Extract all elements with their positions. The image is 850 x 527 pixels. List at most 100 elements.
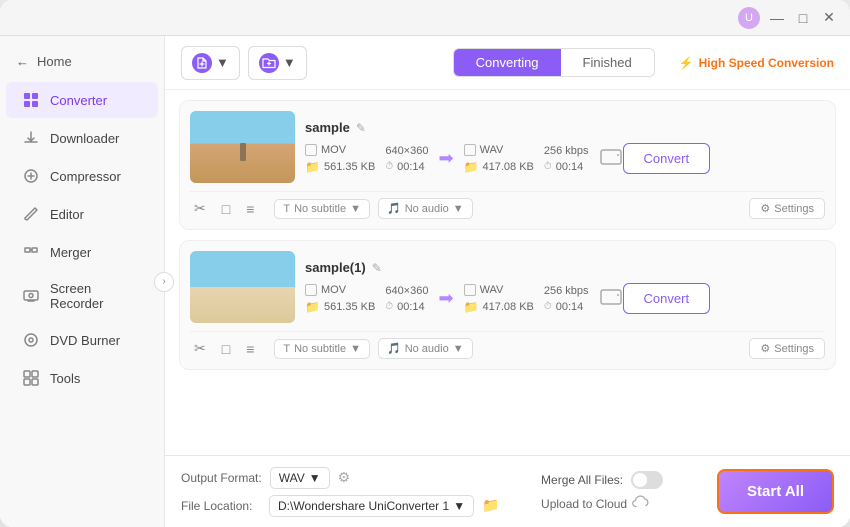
settings-button-2[interactable]: ⚙ Settings <box>749 338 825 359</box>
subtitle-chevron-2: ▼ <box>350 343 361 355</box>
sidebar-item-editor[interactable]: Editor <box>6 196 158 232</box>
subtitle-select-1[interactable]: T No subtitle ▼ <box>274 199 370 219</box>
audio-select-1[interactable]: 🎵 No audio ▼ <box>378 198 473 219</box>
lightning-icon: ⚡ <box>679 56 694 70</box>
settings-gear-icon[interactable]: ⚙ <box>338 469 351 486</box>
compressor-icon <box>22 167 40 185</box>
folder-open-icon[interactable]: 📁 <box>482 497 499 514</box>
merge-toggle[interactable] <box>631 471 663 489</box>
checkbox-out-2 <box>464 284 476 296</box>
device-icon-1 <box>599 145 623 172</box>
location-chevron: ▼ <box>453 499 465 513</box>
main-layout: ← Home Converter <box>0 36 850 527</box>
scissors-icon-2[interactable]: ✂ <box>190 338 210 359</box>
edit-icon-2[interactable]: ✎ <box>372 261 382 275</box>
checkbox-out-1 <box>464 144 476 156</box>
crop-icon-1[interactable]: □ <box>218 199 234 219</box>
output-format-row: Output Format: WAV ▼ ⚙ <box>181 467 525 489</box>
sidebar-item-label-dvd-burner: DVD Burner <box>50 333 120 348</box>
crop-icon-2[interactable]: □ <box>218 339 234 359</box>
subtitle-select-2[interactable]: T No subtitle ▼ <box>274 339 370 359</box>
sidebar-item-screen-recorder[interactable]: Screen Recorder <box>6 272 158 320</box>
folder-icon-out-2: 📁 <box>464 300 479 314</box>
output-format-label: Output Format: <box>181 471 262 485</box>
tab-finished[interactable]: Finished <box>561 49 654 76</box>
folder-icon-in-2: 📁 <box>305 300 320 314</box>
subtitle-icon-2: T <box>283 343 290 355</box>
converter-icon <box>22 91 40 109</box>
sidebar-item-converter[interactable]: Converter <box>6 82 158 118</box>
audio-select-2[interactable]: 🎵 No audio ▼ <box>378 338 473 359</box>
sidebar-item-downloader[interactable]: Downloader <box>6 120 158 156</box>
sidebar-item-merger[interactable]: Merger <box>6 234 158 270</box>
maximize-button[interactable]: □ <box>794 9 812 27</box>
merge-files-row: Merge All Files: <box>541 471 701 489</box>
close-button[interactable]: ✕ <box>820 9 838 27</box>
subtitle-icon-1: T <box>283 203 290 215</box>
bitrate-out-1: 256 kbps <box>544 145 589 157</box>
file-card-2-footer: ✂ □ ≡ T No subtitle ▼ 🎵 No audio ▼ <box>190 331 825 359</box>
file-card-1: sample ✎ MOV 📁 <box>179 100 836 230</box>
merge-files-label: Merge All Files: <box>541 473 623 487</box>
start-all-button[interactable]: Start All <box>717 469 834 514</box>
file-card-2-header: sample(1) ✎ MOV 📁 <box>190 251 825 323</box>
app-icon: U <box>738 7 760 29</box>
sidebar-item-label-editor: Editor <box>50 207 84 222</box>
speed-badge: ⚡ High Speed Conversion <box>679 56 834 70</box>
add-folder-icon <box>259 53 279 73</box>
size-in-2: 📁 561.35 KB <box>305 300 375 314</box>
folder-icon-out-1: 📁 <box>464 160 479 174</box>
add-files-icon <box>192 53 212 73</box>
subtitle-value-1: No subtitle <box>294 203 346 215</box>
file-name-2: sample(1) <box>305 260 366 275</box>
scissors-icon-1[interactable]: ✂ <box>190 198 210 219</box>
add-files-button[interactable]: ▼ <box>181 46 240 80</box>
checkbox-1 <box>305 144 317 156</box>
menu-icon-2[interactable]: ≡ <box>242 339 258 359</box>
settings-icon-1: ⚙ <box>760 202 770 215</box>
clock-icon-in-2: ⏱ <box>385 301 393 312</box>
format-select[interactable]: WAV ▼ <box>270 467 330 489</box>
file-meta-row-1: MOV 📁 561.35 KB 640×360 <box>305 143 825 174</box>
meta-in-1: MOV 📁 561.35 KB <box>305 144 375 174</box>
arrow-icon-1: ➡ <box>438 148 453 169</box>
sidebar-item-label-tools: Tools <box>50 371 80 386</box>
location-select[interactable]: D:\Wondershare UniConverter 1 ▼ <box>269 495 474 517</box>
audio-value-2: No audio <box>405 343 449 355</box>
convert-button-2[interactable]: Convert <box>623 283 711 314</box>
upload-cloud-row[interactable]: Upload to Cloud <box>541 495 701 512</box>
clock-icon-out-1: ⏱ <box>544 161 552 172</box>
sidebar-home[interactable]: ← Home <box>0 46 164 77</box>
screen-recorder-icon <box>22 287 40 305</box>
file-card-1-header: sample ✎ MOV 📁 <box>190 111 825 183</box>
edit-icon-1[interactable]: ✎ <box>356 121 366 135</box>
resolution-2: 640×360 <box>385 285 428 297</box>
cloud-icon <box>632 495 650 512</box>
audio-chevron-2: ▼ <box>453 343 464 355</box>
merger-icon <box>22 243 40 261</box>
convert-button-1[interactable]: Convert <box>623 143 711 174</box>
sidebar-item-dvd-burner[interactable]: DVD Burner <box>6 322 158 358</box>
tools-icon <box>22 369 40 387</box>
add-folder-button[interactable]: ▼ <box>248 46 307 80</box>
bottom-left: Output Format: WAV ▼ ⚙ File Location: D:… <box>181 467 525 517</box>
tab-converting[interactable]: Converting <box>454 49 561 76</box>
file-location-label: File Location: <box>181 499 261 513</box>
resolution-1: 640×360 <box>385 145 428 157</box>
sidebar-item-compressor[interactable]: Compressor <box>6 158 158 194</box>
folder-icon-in-1: 📁 <box>305 160 320 174</box>
sidebar-item-label-converter: Converter <box>50 93 107 108</box>
app-window: U — □ ✕ ← Home <box>0 0 850 527</box>
sidebar-item-label-merger: Merger <box>50 245 91 260</box>
sidebar: ← Home Converter <box>0 36 165 527</box>
file-name-1: sample <box>305 120 350 135</box>
location-value: D:\Wondershare UniConverter 1 <box>278 499 449 513</box>
sidebar-collapse-button[interactable]: › <box>154 272 174 292</box>
minimize-button[interactable]: — <box>768 9 786 27</box>
add-folder-chevron: ▼ <box>283 55 296 70</box>
file-name-row-2: sample(1) ✎ <box>305 260 825 275</box>
meta-out-2: WAV 📁 417.08 KB <box>464 284 534 314</box>
settings-button-1[interactable]: ⚙ Settings <box>749 198 825 219</box>
menu-icon-1[interactable]: ≡ <box>242 199 258 219</box>
sidebar-item-tools[interactable]: Tools <box>6 360 158 396</box>
